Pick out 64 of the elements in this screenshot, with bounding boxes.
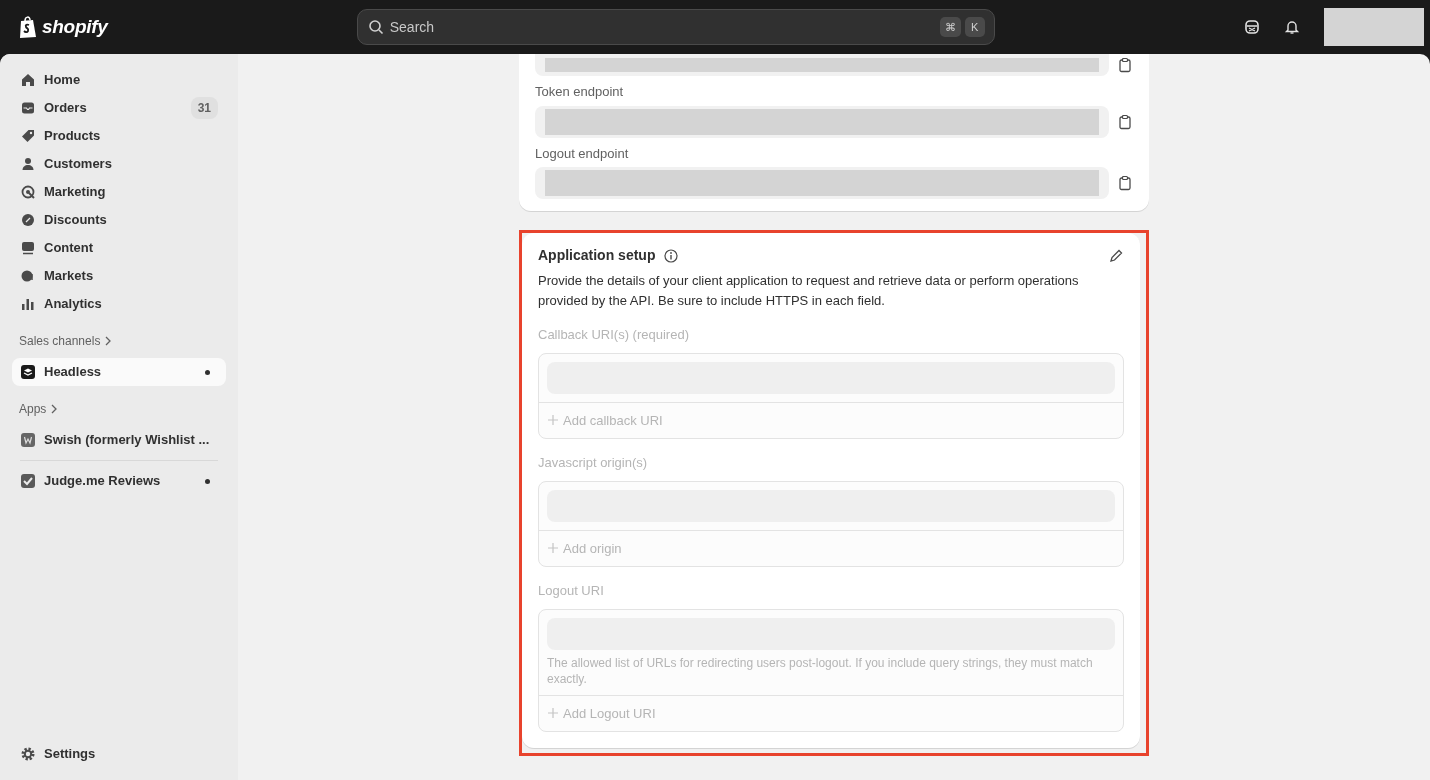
nav-label: Settings	[44, 745, 96, 764]
search-icon	[367, 19, 384, 35]
sidebar-item[interactable]: Markets	[12, 262, 226, 290]
sidebar-item[interactable]: Orders 31	[12, 94, 226, 122]
sidebar-item[interactable]: Swish (formerly Wishlist ...	[12, 426, 226, 454]
notifications-icon[interactable]	[1284, 19, 1300, 35]
logo-text[interactable]: shopify	[42, 12, 108, 42]
nav-label: Judge.me Reviews	[44, 472, 162, 491]
help-text: The allowed list of URLs for redirecting users post-logout. If you include query strings, they must match exactly.	[547, 654, 1094, 687]
plus-icon	[547, 542, 559, 555]
text-field[interactable]	[535, 105, 1109, 138]
nav-label: Marketing	[44, 183, 107, 202]
settings-item[interactable]: Settings	[12, 740, 226, 768]
sidebar-item[interactable]: Customers	[12, 150, 226, 178]
shopping-bag-icon	[18, 15, 38, 39]
checkmark-app-icon	[20, 473, 36, 489]
field-label: Logout endpoint	[535, 144, 630, 163]
inbox-icon	[20, 100, 36, 116]
nav-label: Orders	[44, 99, 88, 118]
monitor-icon	[20, 240, 36, 256]
nav-label: Discounts	[44, 211, 108, 230]
field-label: Javascript origin(s)	[538, 454, 649, 472]
sidebar-item[interactable]: Analytics	[12, 290, 226, 318]
field-label: Token endpoint	[535, 83, 625, 101]
text-field[interactable]	[535, 167, 1109, 199]
nav-label: Markets	[44, 267, 95, 286]
nav-label: Swish (formerly Wishlist ...	[44, 431, 210, 450]
count-badge: 31	[190, 97, 218, 119]
home-icon	[20, 72, 36, 88]
card-title: Application setup	[538, 246, 656, 265]
target-icon	[20, 184, 36, 200]
plus-icon	[547, 414, 559, 427]
layers-icon	[20, 364, 36, 380]
sidebar-item[interactable]: Content	[12, 234, 226, 262]
text-field[interactable]	[535, 54, 1109, 76]
nav-label: Content	[44, 239, 95, 258]
sidebar-item[interactable]: Products	[12, 122, 226, 150]
nav-label: Headless	[44, 363, 103, 382]
nav-label: Home	[44, 71, 82, 90]
sidebar-item[interactable]: Discounts	[12, 206, 226, 234]
sidebar-item[interactable]: Judge.me Reviews	[12, 467, 226, 495]
tag-icon	[20, 128, 36, 144]
clipboard-icon[interactable]	[1117, 57, 1133, 73]
field-label: Logout URI	[538, 582, 605, 600]
sidebar-item[interactable]: Headless	[12, 358, 226, 386]
section-title[interactable]: Sales channels	[19, 332, 101, 350]
nav-label: Products	[44, 127, 102, 146]
chevron-right-icon[interactable]	[104, 336, 113, 346]
field-label: Callback URI(s) (required)	[538, 326, 690, 344]
nav-label: Customers	[44, 155, 113, 174]
chevron-right-icon[interactable]	[50, 404, 59, 414]
clipboard-icon[interactable]	[1117, 113, 1133, 130]
app-logo-icon	[20, 432, 36, 448]
sidebar-item[interactable]: Marketing	[12, 178, 226, 206]
sidebar-item[interactable]: Home	[12, 66, 226, 94]
clipboard-icon[interactable]	[1117, 175, 1133, 191]
description-text: Provide the details of your client application to request and retrieve data or perform operations provided by the API. Be sure to include HTTPS in each field.	[538, 272, 1080, 310]
nav-label: Analytics	[44, 295, 103, 314]
bar-chart-icon	[20, 296, 36, 312]
discount-icon	[20, 212, 36, 228]
section-title[interactable]: Apps	[19, 400, 47, 418]
plus-icon	[547, 707, 559, 720]
settings-icon	[20, 746, 36, 762]
person-icon	[20, 156, 36, 172]
